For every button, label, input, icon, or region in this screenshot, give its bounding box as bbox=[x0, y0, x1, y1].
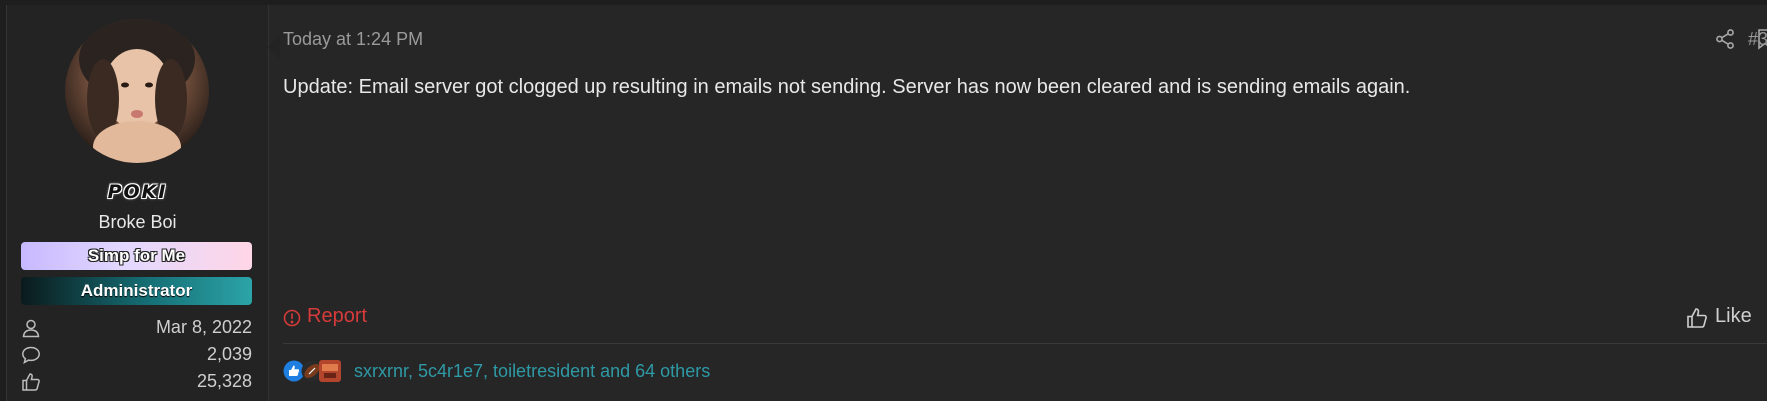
thumbs-up-icon bbox=[1687, 308, 1707, 328]
post-date[interactable]: Today at 1:24 PM bbox=[283, 29, 423, 50]
user-info-panel: POKI Broke Boi Simp for Me Administrator… bbox=[7, 5, 280, 401]
share-icon[interactable] bbox=[1713, 27, 1737, 51]
stat-joined-value: Mar 8, 2022 bbox=[155, 317, 252, 337]
custom-reaction-icon bbox=[319, 360, 341, 382]
stat-reactions: 25,328 bbox=[21, 370, 252, 394]
speech-bubble-icon bbox=[22, 346, 40, 365]
stat-reactions-value: 25,328 bbox=[196, 371, 252, 391]
user-icon bbox=[22, 319, 40, 338]
avatar[interactable] bbox=[65, 19, 209, 163]
stat-messages: 2,039 bbox=[21, 343, 252, 367]
warning-circle-icon bbox=[283, 309, 301, 327]
post-message: Update: Email server got clogged up resu… bbox=[283, 76, 1411, 98]
avatar-image bbox=[79, 19, 195, 163]
post-number[interactable]: #3 bbox=[1748, 29, 1767, 50]
thumbs-up-icon bbox=[22, 373, 40, 391]
report-label: Report bbox=[307, 305, 368, 327]
forum-post: POKI Broke Boi Simp for Me Administrator… bbox=[6, 5, 1767, 401]
like-button[interactable]: Like bbox=[1686, 305, 1762, 331]
username[interactable]: POKI bbox=[7, 181, 268, 203]
divider bbox=[283, 343, 1767, 344]
user-banner-administrator: Administrator bbox=[21, 277, 252, 305]
stat-messages-value: 2,039 bbox=[206, 344, 252, 364]
like-label: Like bbox=[1715, 305, 1752, 327]
user-banner-simp: Simp for Me bbox=[21, 242, 252, 270]
user-title: Broke Boi bbox=[98, 212, 177, 232]
reactions-list-link[interactable]: sxrxrnr, 5c4r1e7, toiletresident and 64 … bbox=[354, 361, 710, 382]
stat-joined: Mar 8, 2022 bbox=[21, 316, 252, 340]
post-main: Today at 1:24 PM #3 Update: Email server… bbox=[269, 5, 1767, 401]
